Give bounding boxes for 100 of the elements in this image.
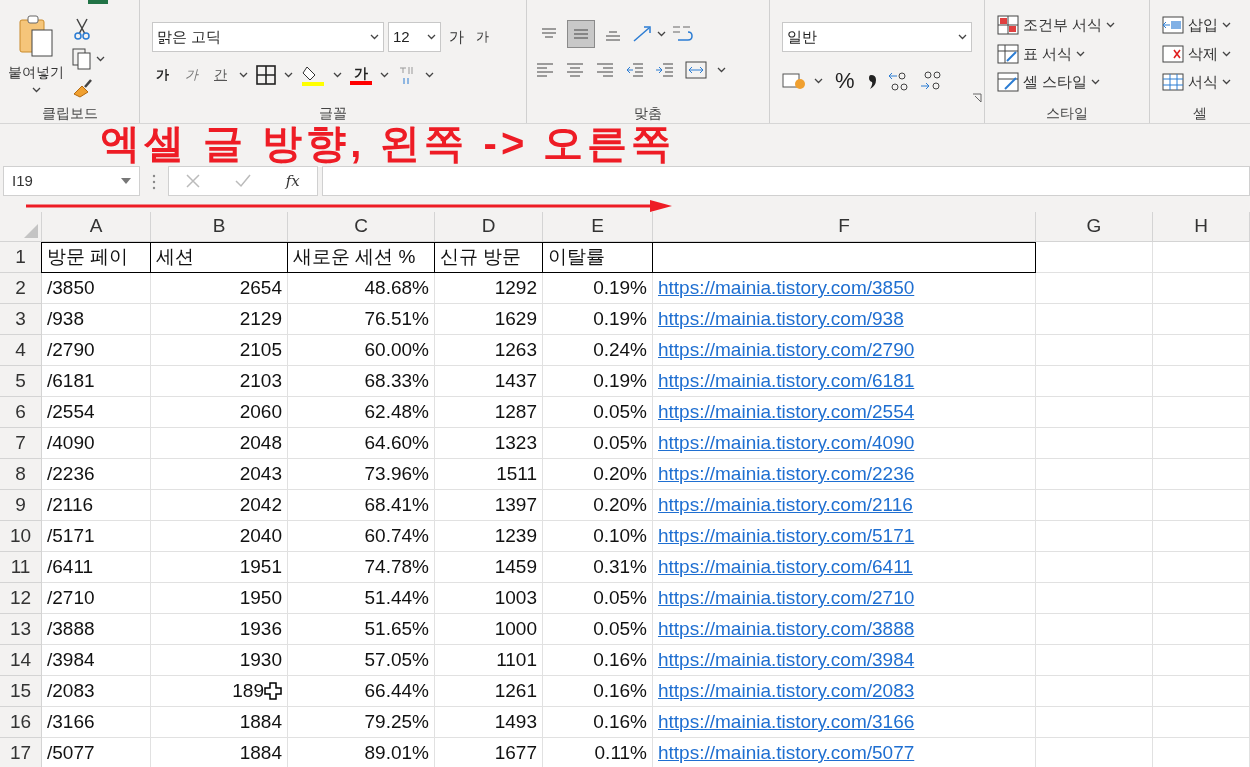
hyperlink[interactable]: https://mainia.tistory.com/2236: [658, 459, 915, 489]
caret-icon[interactable]: [717, 67, 726, 73]
cell-value: /2554: [47, 399, 95, 424]
column-header[interactable]: B: [151, 212, 288, 242]
row-header[interactable]: 6: [0, 397, 42, 428]
cell-value: 1677: [494, 740, 537, 765]
cell-value: /5171: [47, 523, 95, 548]
hyperlink[interactable]: https://mainia.tistory.com/2710: [658, 583, 915, 613]
name-box[interactable]: I19: [3, 166, 140, 196]
decrease-font-button[interactable]: 가: [472, 27, 493, 47]
caret-icon[interactable]: [239, 72, 248, 78]
font-size-dropdown[interactable]: 12: [388, 22, 441, 52]
copy-icon[interactable]: [72, 48, 92, 70]
row-header[interactable]: 8: [0, 459, 42, 490]
column-header[interactable]: A: [42, 212, 151, 242]
cell-value: 66.44%: [364, 678, 429, 703]
caret-icon[interactable]: [1222, 50, 1231, 57]
row-header[interactable]: 7: [0, 428, 42, 459]
caret-icon[interactable]: [333, 72, 342, 78]
percent-button[interactable]: %: [831, 64, 859, 97]
caret-icon[interactable]: [1222, 22, 1231, 29]
decrease-decimal-icon[interactable]: [918, 69, 943, 92]
styles-menu-button[interactable]: 표 서식: [997, 42, 1116, 65]
cell-value: 68.41%: [364, 492, 429, 517]
cell-value: 0.05%: [593, 585, 647, 610]
row-header[interactable]: 4: [0, 335, 42, 366]
dialog-launcher-icon[interactable]: [972, 93, 982, 103]
brush-icon[interactable]: [72, 78, 94, 98]
caret-icon[interactable]: [1091, 79, 1101, 86]
row-header[interactable]: 12: [0, 583, 42, 614]
column-header[interactable]: D: [435, 212, 543, 242]
row-header[interactable]: 13: [0, 614, 42, 645]
cells-menu-button[interactable]: 서식: [1162, 71, 1231, 94]
merge-center-icon[interactable]: [685, 60, 707, 80]
cell-value: 64.60%: [364, 430, 429, 455]
bold-button[interactable]: 가: [152, 65, 173, 85]
hyperlink[interactable]: https://mainia.tistory.com/3850: [658, 273, 915, 303]
hyperlink[interactable]: https://mainia.tistory.com/5077: [658, 738, 915, 767]
column-header[interactable]: H: [1153, 212, 1250, 242]
caret-icon[interactable]: [31, 87, 41, 93]
row-header[interactable]: 17: [0, 738, 42, 767]
row-header[interactable]: 15: [0, 676, 42, 707]
cell-value: 51.44%: [364, 585, 429, 610]
borders-icon[interactable]: [256, 65, 276, 85]
caret-icon[interactable]: [1076, 50, 1086, 57]
fill-color-icon[interactable]: [301, 64, 325, 86]
font-color-button[interactable]: 가: [350, 65, 372, 85]
italic-button[interactable]: 가: [181, 65, 202, 85]
caret-icon[interactable]: [380, 72, 389, 78]
hyperlink[interactable]: https://mainia.tistory.com/2554: [658, 397, 915, 427]
hyperlink[interactable]: https://mainia.tistory.com/6411: [658, 552, 913, 582]
row-header[interactable]: 14: [0, 645, 42, 676]
scissors-icon[interactable]: [72, 18, 92, 40]
caret-icon[interactable]: [1106, 22, 1116, 29]
hyperlink[interactable]: https://mainia.tistory.com/3166: [658, 707, 915, 737]
underline-button[interactable]: 간: [210, 65, 231, 85]
caret-icon[interactable]: [96, 56, 105, 62]
row-header[interactable]: 11: [0, 552, 42, 583]
row-header[interactable]: 16: [0, 707, 42, 738]
font-name-dropdown[interactable]: 맑은 고딕: [152, 22, 384, 52]
row-header[interactable]: 10: [0, 521, 42, 552]
hyperlink[interactable]: https://mainia.tistory.com/3888: [658, 614, 915, 644]
column-header[interactable]: F: [653, 212, 1036, 242]
row-header[interactable]: 5: [0, 366, 42, 397]
increase-font-button[interactable]: 가: [445, 25, 468, 49]
hyperlink[interactable]: https://mainia.tistory.com/938: [658, 304, 904, 334]
cell-value: 0.05%: [593, 399, 647, 424]
hyperlink[interactable]: https://mainia.tistory.com/4090: [658, 428, 915, 458]
formula-input-field[interactable]: [322, 166, 1250, 196]
hyperlink[interactable]: https://mainia.tistory.com/5171: [658, 521, 915, 551]
number-format-dropdown[interactable]: 일반: [782, 22, 972, 52]
row-header[interactable]: 2: [0, 273, 42, 304]
row-header[interactable]: 3: [0, 304, 42, 335]
hyperlink[interactable]: https://mainia.tistory.com/2790: [658, 335, 915, 365]
insert-function-button[interactable]: fx: [285, 169, 300, 193]
hyperlink[interactable]: https://mainia.tistory.com/2083: [658, 676, 915, 706]
cell-value: 57.05%: [364, 647, 429, 672]
row-header[interactable]: 1: [0, 242, 42, 273]
caret-icon[interactable]: [814, 77, 823, 84]
caret-icon[interactable]: [425, 72, 434, 78]
cells-menu-button[interactable]: 삽입: [1162, 14, 1231, 37]
cell-value: 1930: [239, 647, 282, 672]
styles-menu-button[interactable]: 셀 스타일: [997, 71, 1116, 94]
hyperlink[interactable]: https://mainia.tistory.com/6181: [658, 366, 915, 396]
caret-icon[interactable]: [1222, 79, 1231, 86]
increase-decimal-icon[interactable]: [886, 69, 911, 92]
caret-icon[interactable]: [427, 34, 436, 40]
row-header[interactable]: 9: [0, 490, 42, 521]
cells-menu-button[interactable]: 삭제: [1162, 42, 1231, 65]
caret-icon[interactable]: [284, 72, 293, 78]
column-header[interactable]: C: [288, 212, 435, 242]
styles-menu-button[interactable]: 조건부 서식: [997, 14, 1116, 37]
hyperlink[interactable]: https://mainia.tistory.com/3984: [658, 645, 915, 675]
paste-button[interactable]: 붙여넣기: [0, 14, 72, 93]
hyperlink[interactable]: https://mainia.tistory.com/2116: [658, 490, 913, 520]
column-header[interactable]: E: [543, 212, 653, 242]
caret-icon[interactable]: [657, 31, 666, 37]
caret-icon[interactable]: [958, 34, 967, 40]
caret-icon[interactable]: [370, 34, 379, 40]
column-header[interactable]: G: [1036, 212, 1153, 242]
